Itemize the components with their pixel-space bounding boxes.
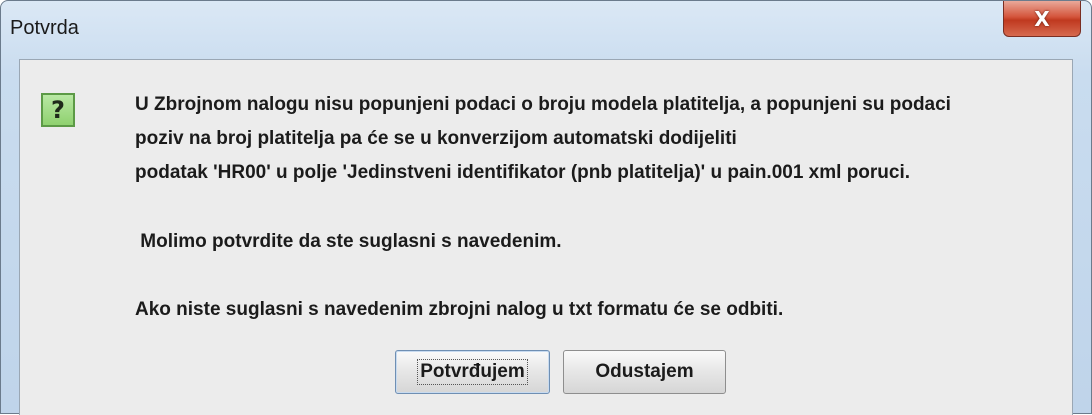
window-title: Potvrda [10,17,79,39]
cancel-button[interactable]: Odustajem [563,350,726,394]
message-line-4: Molimo potvrdite da ste suglasni s naved… [135,231,562,252]
title-bar[interactable]: Potvrda X [1,1,1091,59]
confirm-button[interactable]: Potvrđujem [395,350,550,394]
dialog-content: ? U Zbrojnom nalogu nisu popunjeni podac… [19,59,1073,415]
question-mark-glyph: ? [51,96,65,124]
confirm-button-label: Potvrđujem [417,359,528,385]
close-button[interactable]: X [1003,1,1081,37]
message-line-5: Ako niste suglasni s navedenim zbrojni n… [135,299,784,320]
message-line-3: podatak 'HR00' u polje 'Jedinstveni iden… [135,162,911,183]
message-line-1: U Zbrojnom nalogu nisu popunjeni podaci … [135,94,951,115]
question-icon: ? [41,93,75,127]
message-line-2: poziv na broj platitelja pa će se u konv… [135,128,737,149]
close-icon: X [1034,6,1050,31]
cancel-button-label: Odustajem [595,361,694,382]
confirm-dialog-window: Potvrda X ? U Zbrojnom nalogu nisu popun… [0,0,1092,415]
